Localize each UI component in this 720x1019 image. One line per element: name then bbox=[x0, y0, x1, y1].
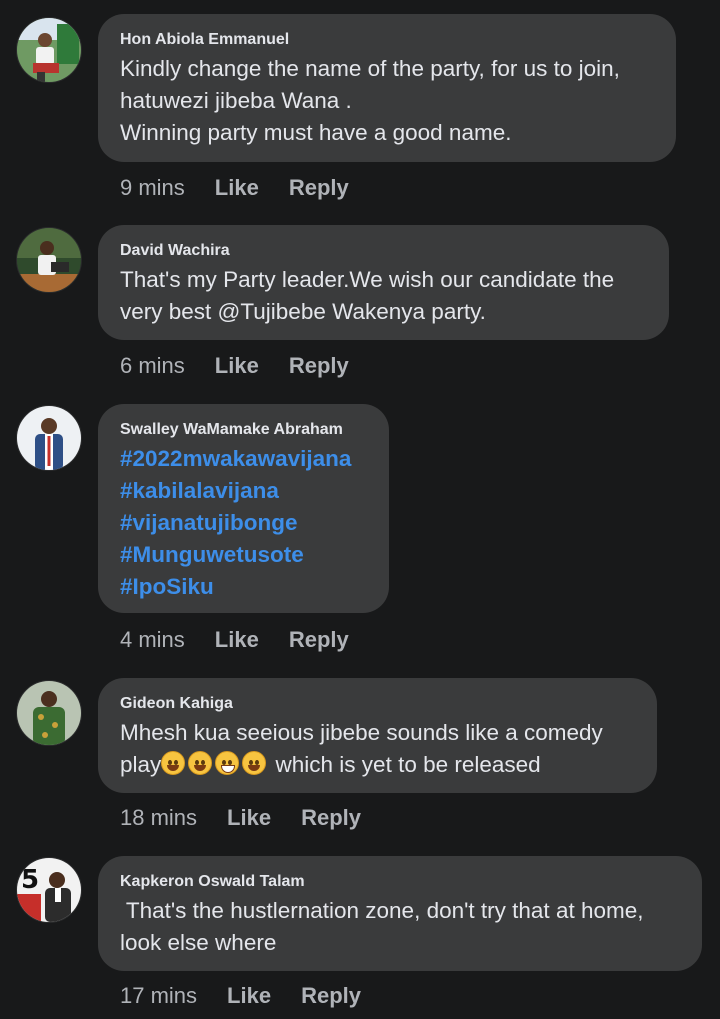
comment-text-line: Winning party must have a good name. bbox=[120, 120, 512, 145]
sweat-smile-emoji-icon bbox=[161, 751, 186, 775]
avatar[interactable] bbox=[16, 227, 82, 293]
comment-text-line: That's my Party leader.We wish our candi… bbox=[120, 267, 615, 292]
grinning-emoji-icon bbox=[188, 751, 213, 775]
comment-timestamp[interactable]: 6 mins bbox=[120, 353, 185, 378]
comment-bubble[interactable]: Kapkeron Oswald Talam That's the hustler… bbox=[98, 856, 702, 971]
comment-text-line: That's the hustlernation zone, don't try… bbox=[120, 898, 644, 923]
comment-bubble[interactable]: David Wachira That's my Party leader.We … bbox=[98, 225, 669, 340]
comment-text-fragment: which is yet to be released bbox=[269, 752, 541, 777]
comment-text: Mhesh kua seeious jibebe sounds like a c… bbox=[120, 717, 635, 781]
svg-text:5: 5 bbox=[21, 865, 39, 895]
reply-button[interactable]: Reply bbox=[289, 627, 349, 652]
like-button[interactable]: Like bbox=[227, 983, 271, 1008]
reply-button[interactable]: Reply bbox=[301, 983, 361, 1008]
hashtag-link[interactable]: #Munguwetusote bbox=[120, 539, 367, 571]
like-button[interactable]: Like bbox=[215, 353, 259, 378]
comment-timestamp[interactable]: 18 mins bbox=[120, 805, 197, 830]
grimacing-emoji-icon bbox=[215, 751, 240, 775]
comment-text-line: play which is yet to be released bbox=[120, 749, 635, 781]
comment-text: That's the hustlernation zone, don't try… bbox=[120, 895, 680, 959]
comment-text-fragment: play bbox=[120, 752, 162, 777]
comment-author[interactable]: Gideon Kahiga bbox=[120, 694, 635, 714]
avatar[interactable]: 5 bbox=[16, 857, 82, 923]
reply-button[interactable]: Reply bbox=[289, 175, 349, 200]
comment-actions: 4 mins Like Reply bbox=[120, 626, 349, 654]
comment-text: Kindly change the name of the party, for… bbox=[120, 53, 654, 149]
comment-actions: 6 mins Like Reply bbox=[120, 352, 349, 380]
like-button[interactable]: Like bbox=[227, 805, 271, 830]
comment-bubble[interactable]: Swalley WaMamake Abraham #2022mwakawavij… bbox=[98, 404, 389, 613]
hashtag-link[interactable]: #IpoSiku bbox=[120, 571, 367, 603]
comment-actions: 9 mins Like Reply bbox=[120, 174, 349, 202]
hashtag-link[interactable]: #vijanatujibonge bbox=[120, 507, 367, 539]
comment-bubble[interactable]: Hon Abiola Emmanuel Kindly change the na… bbox=[98, 14, 676, 162]
hashtag-link[interactable]: #2022mwakawavijana bbox=[120, 443, 367, 475]
like-button[interactable]: Like bbox=[215, 175, 259, 200]
comment-author[interactable]: Swalley WaMamake Abraham bbox=[120, 420, 367, 440]
comment-text-line: Kindly change the name of the party, for… bbox=[120, 56, 620, 81]
hashtag-list: #2022mwakawavijana #kabilalavijana #vija… bbox=[120, 443, 367, 603]
avatar[interactable] bbox=[16, 680, 82, 746]
joy-emoji-icon bbox=[242, 751, 267, 775]
comment-text-line: look else where bbox=[120, 930, 277, 955]
comment-actions: 18 mins Like Reply bbox=[120, 804, 361, 832]
comment-timestamp[interactable]: 9 mins bbox=[120, 175, 185, 200]
comment-author[interactable]: Kapkeron Oswald Talam bbox=[120, 872, 680, 892]
comment-text-line: hatuwezi jibeba Wana . bbox=[120, 88, 352, 113]
comment-text: That's my Party leader.We wish our candi… bbox=[120, 264, 647, 328]
like-button[interactable]: Like bbox=[215, 627, 259, 652]
avatar[interactable] bbox=[16, 17, 82, 83]
avatar[interactable] bbox=[16, 405, 82, 471]
reply-button[interactable]: Reply bbox=[289, 353, 349, 378]
comment-actions: 17 mins Like Reply bbox=[120, 982, 361, 1010]
comment-text-line: Mhesh kua seeious jibebe sounds like a c… bbox=[120, 720, 603, 745]
hashtag-link[interactable]: #kabilalavijana bbox=[120, 475, 367, 507]
comment-bubble[interactable]: Gideon Kahiga Mhesh kua seeious jibebe s… bbox=[98, 678, 657, 793]
comment-author[interactable]: David Wachira bbox=[120, 241, 647, 261]
comment-text-line: very best @Tujibebe Wakenya party. bbox=[120, 299, 486, 324]
reply-button[interactable]: Reply bbox=[301, 805, 361, 830]
comment-timestamp[interactable]: 17 mins bbox=[120, 983, 197, 1008]
comment-timestamp[interactable]: 4 mins bbox=[120, 627, 185, 652]
comment-author[interactable]: Hon Abiola Emmanuel bbox=[120, 30, 654, 50]
